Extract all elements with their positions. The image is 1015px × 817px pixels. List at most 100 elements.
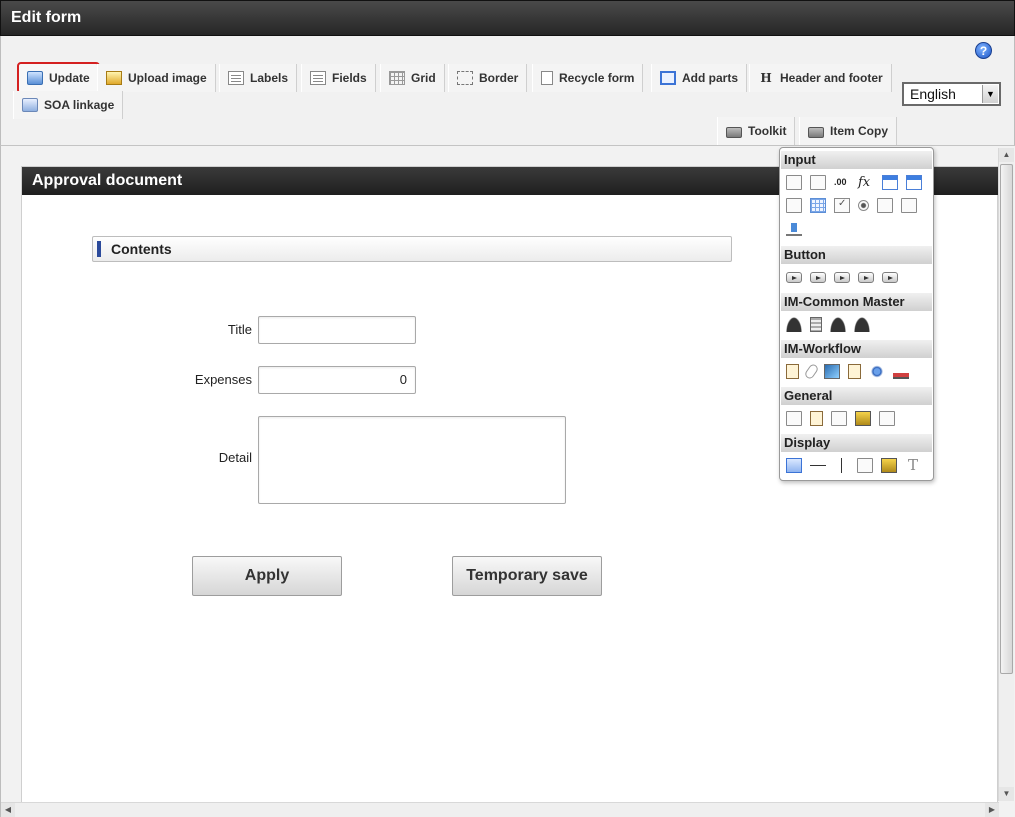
update-label: Update [49,71,90,85]
image-icon[interactable] [824,364,840,379]
upload-image-button[interactable]: Upload image [97,64,216,92]
rectangle-icon[interactable] [857,458,873,473]
table-icon[interactable] [810,198,826,213]
item-copy-icon [808,126,824,138]
attachment-icon[interactable] [803,362,820,381]
add-parts-button[interactable]: Add parts [651,64,748,92]
back-button-icon[interactable] [834,272,850,283]
apply-button[interactable]: Apply [192,556,342,596]
palette-section-input: Input [781,151,932,169]
title-input[interactable] [258,316,416,344]
key-icon[interactable] [855,411,871,426]
return-button-icon[interactable] [858,272,874,283]
border-button[interactable]: Border [448,64,528,92]
update-button[interactable]: Update [17,62,100,94]
panel-icon[interactable] [879,411,895,426]
checkbox-icon[interactable] [834,198,850,213]
labels-icon [228,71,244,85]
fields-label: Fields [332,71,367,85]
detail-label: Detail [218,450,252,465]
labels-button[interactable]: Labels [219,64,298,92]
user-icon[interactable] [786,317,802,332]
submit-button-icon[interactable] [786,272,802,283]
title-label: Title [227,322,252,337]
file-upload-icon[interactable] [786,221,802,236]
text-box-icon[interactable] [786,175,802,190]
scroll-left-icon[interactable]: ◀ [1,803,15,817]
history-icon[interactable] [848,364,861,379]
palette-section-button: Button [781,246,932,264]
help-icon[interactable]: ? [975,42,992,59]
soa-linkage-label: SOA linkage [44,98,115,112]
pulldown-icon[interactable] [786,198,802,213]
forward-button-icon[interactable] [882,272,898,283]
scroll-thumb[interactable] [1000,164,1013,674]
border-label: Border [479,71,519,85]
expenses-input[interactable]: 0 [258,366,416,394]
add-parts-icon [660,71,676,85]
list-box-icon[interactable] [877,198,893,213]
recycle-form-icon [541,71,553,85]
date-range-icon[interactable] [906,175,922,190]
expenses-label: Expenses [194,372,252,387]
fields-button[interactable]: Fields [301,64,376,92]
number-icon[interactable]: .00 [834,175,850,190]
soa-linkage-button[interactable]: SOA linkage [13,91,124,119]
vertical-scrollbar[interactable]: ▲ ▼ [998,148,1014,801]
palette-section-general: General [781,387,932,405]
stamp-icon[interactable] [893,364,909,379]
header-footer-button[interactable]: H Header and footer [749,64,892,92]
next-button-icon[interactable] [810,272,826,283]
border-icon [457,71,473,85]
update-icon [27,71,43,85]
item-copy-button[interactable]: Item Copy [799,117,898,145]
language-select[interactable]: English ▼ [902,82,1001,106]
recycle-form-label: Recycle form [559,71,635,85]
recycle-form-button[interactable]: Recycle form [532,64,644,92]
organization-icon[interactable] [830,317,846,332]
picture-icon[interactable] [881,458,897,473]
soa-linkage-icon [22,98,38,112]
detail-textarea[interactable] [258,416,566,504]
scroll-down-icon[interactable]: ▼ [999,787,1014,801]
text-icon[interactable]: T [905,458,921,473]
camera-icon[interactable] [831,411,847,426]
palette-section-workflow: IM-Workflow [781,340,932,358]
date-icon[interactable] [882,175,898,190]
toolkit-button[interactable]: Toolkit [717,117,796,145]
hidden-field-icon[interactable] [786,411,802,426]
header-icon[interactable] [786,458,802,473]
language-value: English [910,86,956,102]
section-header: Contents [92,236,732,262]
approver-icon[interactable] [869,364,885,379]
labels-label: Labels [250,71,289,85]
temporary-save-button[interactable]: Temporary save [452,556,602,596]
vertical-line-icon[interactable] [841,458,842,473]
toolbar: ? Update Upload image Labels Fields Grid… [0,36,1015,146]
header-footer-icon: H [760,71,772,85]
horizontal-scrollbar[interactable]: ◀ ▶ [1,802,999,817]
text-box-label-icon[interactable] [810,175,826,190]
formula-icon[interactable]: fx [858,175,874,190]
role-icon[interactable] [854,317,870,332]
multi-list-icon[interactable] [901,198,917,213]
workflow-document-icon[interactable] [786,364,799,379]
add-parts-label: Add parts [682,71,739,85]
header-footer-label: Header and footer [780,71,883,85]
grid-button[interactable]: Grid [380,64,445,92]
scroll-right-icon[interactable]: ▶ [985,803,999,817]
upload-image-label: Upload image [128,71,207,85]
chevron-down-icon[interactable]: ▼ [982,85,998,103]
toolkit-icon [726,126,742,138]
grid-label: Grid [411,71,436,85]
window-title: Edit form [0,0,1015,36]
horizontal-line-icon[interactable] [810,465,826,466]
company-icon[interactable] [810,317,822,332]
document-icon[interactable] [810,411,823,426]
radio-icon[interactable] [858,200,869,211]
item-copy-label: Item Copy [830,124,889,138]
upload-image-icon [106,71,122,85]
scroll-up-icon[interactable]: ▲ [999,148,1014,162]
toolkit-label: Toolkit [748,124,787,138]
grid-icon [389,71,405,85]
